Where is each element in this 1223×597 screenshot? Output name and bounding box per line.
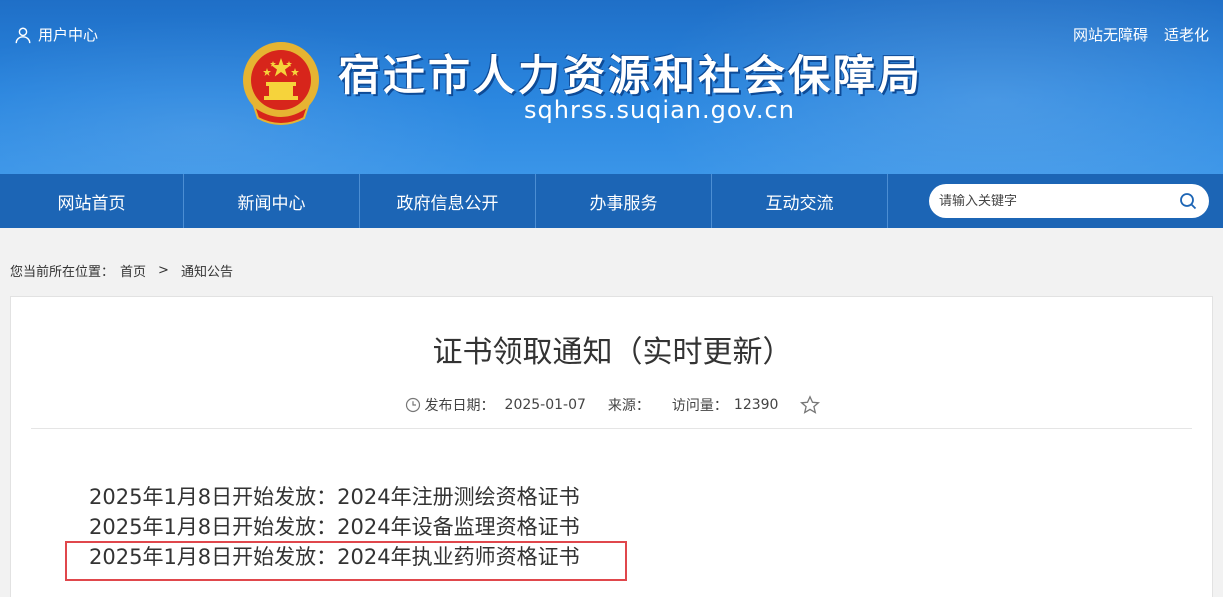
- breadcrumb: 您当前所在位置： 首页 > 通知公告: [10, 261, 233, 280]
- nav-item-services[interactable]: 办事服务: [536, 174, 712, 228]
- site-domain: sqhrss.suqian.gov.cn: [524, 96, 795, 124]
- clock-icon: [405, 397, 420, 413]
- nav-item-news[interactable]: 新闻中心: [184, 174, 360, 228]
- user-icon: [15, 27, 31, 43]
- date-label: 发布日期：: [424, 398, 495, 414]
- site-header: 用户中心 网站无障碍 适老化 宿迁市人力资源和社会保障局 sqhrss.suqi…: [0, 0, 1223, 174]
- article-meta: 发布日期： 2025-01-07 来源： 访问量： 12390: [11, 395, 1214, 415]
- search-icon: [1180, 193, 1197, 210]
- breadcrumb-home-link[interactable]: 首页: [120, 261, 146, 280]
- nav-item-gov-info[interactable]: 政府信息公开: [360, 174, 536, 228]
- elderly-mode-link[interactable]: 适老化: [1164, 24, 1209, 45]
- nav-item-home[interactable]: 网站首页: [0, 174, 184, 228]
- notice-list: 2025年1月8日开始发放：2024年注册测绘资格证书 2025年1月8日开始发…: [89, 482, 580, 572]
- publish-date: 2025-01-07: [504, 397, 586, 413]
- top-right-links: 网站无障碍 适老化: [1073, 24, 1209, 45]
- breadcrumb-current-link[interactable]: 通知公告: [181, 261, 233, 280]
- accessibility-link[interactable]: 网站无障碍: [1073, 24, 1148, 45]
- site-title: 宿迁市人力资源和社会保障局: [338, 51, 924, 100]
- breadcrumb-prefix: 您当前所在位置：: [10, 265, 115, 280]
- divider: [31, 428, 1192, 429]
- star-icon[interactable]: [800, 395, 821, 415]
- article-title: 证书领取通知（实时更新）: [432, 335, 793, 370]
- notice-item: 2025年1月8日开始发放：2024年设备监理资格证书: [89, 515, 580, 539]
- main-nav: 网站首页 新闻中心 政府信息公开 办事服务 互动交流: [0, 174, 1223, 228]
- article-card: 证书领取通知（实时更新） 发布日期： 2025-01-07 来源： 访问量： 1…: [10, 296, 1213, 597]
- source-label: 来源：: [607, 398, 650, 414]
- user-center-label: 用户中心: [38, 26, 99, 44]
- user-center-link[interactable]: 用户中心: [14, 24, 98, 45]
- nav-item-interaction[interactable]: 互动交流: [712, 174, 888, 228]
- breadcrumb-separator: >: [158, 263, 169, 278]
- search-input[interactable]: [939, 193, 1177, 209]
- search-box: [929, 184, 1209, 218]
- notice-item: 2025年1月8日开始发放：2024年注册测绘资格证书: [89, 485, 580, 509]
- national-emblem-icon: [243, 42, 319, 125]
- search-button[interactable]: [1177, 190, 1199, 212]
- views-label: 访问量：: [671, 398, 728, 414]
- notice-item: 2025年1月8日开始发放：2024年执业药师资格证书: [89, 545, 580, 569]
- views-count: 12390: [733, 397, 779, 413]
